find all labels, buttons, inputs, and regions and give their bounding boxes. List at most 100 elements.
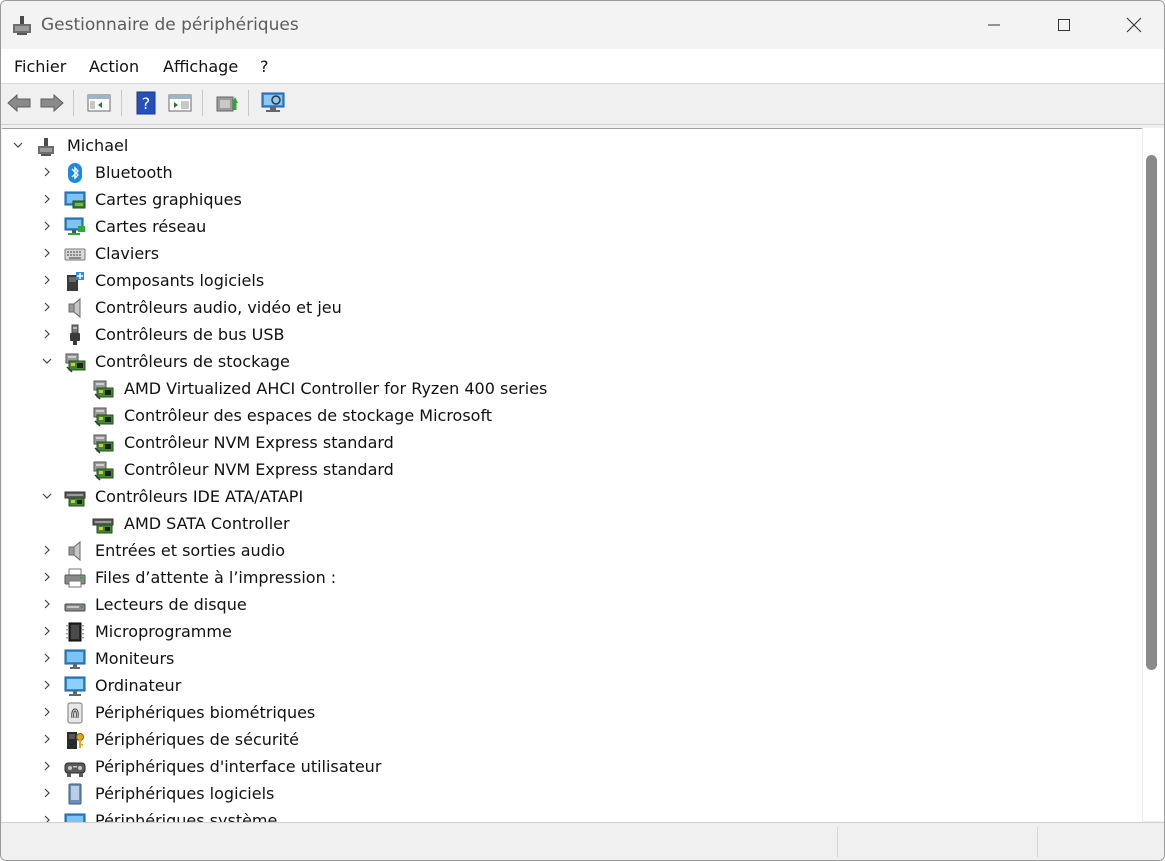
chevron-down-icon[interactable]	[40, 352, 54, 370]
title-bar[interactable]: Gestionnaire de périphériques	[1, 1, 1164, 49]
tree-category[interactable]: Cartes réseau	[2, 213, 1142, 240]
toolbar-separator	[202, 90, 203, 116]
tree-category[interactable]: Périphériques d'interface utilisateur	[2, 753, 1142, 780]
device-manager-icon	[13, 16, 31, 35]
tree-item-label: Contrôleur NVM Express standard	[124, 433, 394, 452]
tree-item-label: Contrôleurs audio, vidéo et jeu	[95, 298, 342, 317]
tree-category[interactable]: Contrôleurs IDE ATA/ATAPI	[2, 483, 1142, 510]
menu-action[interactable]: Action	[89, 57, 139, 76]
tree-item-label: Périphériques de sécurité	[95, 730, 300, 749]
tree-device[interactable]: Contrôleur NVM Express standard	[2, 456, 1142, 483]
tree-item-label: Composants logiciels	[95, 271, 265, 290]
chevron-right-icon[interactable]	[40, 784, 54, 802]
properties-view-button[interactable]	[166, 89, 194, 117]
printer-icon	[64, 568, 86, 588]
tree-category[interactable]: Claviers	[2, 240, 1142, 267]
chevron-right-icon[interactable]	[40, 811, 54, 822]
chevron-right-icon[interactable]	[40, 703, 54, 721]
software-device-icon	[68, 783, 82, 805]
back-button[interactable]	[5, 89, 33, 117]
disk-drive-icon	[64, 603, 86, 612]
tree-category[interactable]: Périphériques logiciels	[2, 780, 1142, 807]
toolbar-separator	[248, 90, 249, 116]
bluetooth-icon	[68, 163, 82, 183]
chevron-right-icon[interactable]	[40, 649, 54, 667]
tree-category[interactable]: Lecteurs de disque	[2, 591, 1142, 618]
firmware-chip-icon	[66, 622, 84, 642]
chevron-right-icon[interactable]	[40, 730, 54, 748]
chevron-right-icon[interactable]	[40, 163, 54, 181]
tree-category[interactable]: Moniteurs	[2, 645, 1142, 672]
tree-item-label: Cartes réseau	[95, 217, 207, 236]
chevron-right-icon[interactable]	[40, 541, 54, 559]
minimize-button[interactable]	[959, 1, 1029, 49]
chevron-right-icon[interactable]	[40, 190, 54, 208]
tree-item-label: Contrôleurs IDE ATA/ATAPI	[95, 487, 304, 506]
update-driver-button[interactable]	[213, 89, 241, 117]
tree-item-label: Claviers	[95, 244, 160, 263]
tree-category[interactable]: Contrôleurs de bus USB	[2, 321, 1142, 348]
chevron-right-icon[interactable]	[40, 595, 54, 613]
chevron-right-icon[interactable]	[40, 676, 54, 694]
help-button[interactable]: ?	[132, 89, 160, 117]
chevron-right-icon[interactable]	[40, 244, 54, 262]
chevron-right-icon[interactable]	[40, 568, 54, 586]
tree-category[interactable]: Bluetooth	[2, 159, 1142, 186]
close-button[interactable]	[1099, 1, 1164, 49]
chevron-down-icon[interactable]	[11, 136, 25, 154]
tree-item-label: Contrôleur NVM Express standard	[124, 460, 394, 479]
tree-category[interactable]: Composants logiciels	[2, 267, 1142, 294]
back-arrow-icon	[7, 93, 31, 113]
tree-category[interactable]: Files d’attente à l’impression :	[2, 564, 1142, 591]
tree-category[interactable]: Ordinateur	[2, 672, 1142, 699]
tree-item-label: Périphériques biométriques	[95, 703, 316, 722]
speaker-icon	[68, 540, 81, 562]
chevron-right-icon[interactable]	[40, 325, 54, 343]
tree-item-label: Périphériques logiciels	[95, 784, 275, 803]
tree-device[interactable]: Contrôleur des espaces de stockage Micro…	[2, 402, 1142, 429]
status-divider	[837, 827, 838, 857]
menu-affichage[interactable]: Affichage	[163, 57, 238, 76]
tree-item-label: Périphériques d'interface utilisateur	[95, 757, 382, 776]
chevron-right-icon[interactable]	[40, 298, 54, 316]
device-tree[interactable]: Michael Bluetooth Cartes graphiques Cartes…	[2, 128, 1142, 822]
show-hide-console-tree-button[interactable]	[85, 89, 113, 117]
security-key-icon	[67, 732, 84, 749]
tree-item-label: Ordinateur	[95, 676, 182, 695]
close-icon	[1126, 17, 1142, 33]
menu-bar: Fichier Action Affichage ?	[1, 49, 1164, 84]
forward-button[interactable]	[38, 89, 66, 117]
tree-device[interactable]: Contrôleur NVM Express standard	[2, 429, 1142, 456]
scrollbar-thumb[interactable]	[1146, 155, 1157, 670]
chevron-right-icon[interactable]	[40, 757, 54, 775]
tree-device[interactable]: AMD Virtualized AHCI Controller for Ryze…	[2, 375, 1142, 402]
maximize-button[interactable]	[1029, 1, 1099, 49]
tree-category[interactable]: Périphériques biométriques	[2, 699, 1142, 726]
tree-category[interactable]: Entrées et sorties audio	[2, 537, 1142, 564]
vertical-scrollbar[interactable]	[1142, 128, 1164, 821]
tree-category[interactable]: Microprogramme	[2, 618, 1142, 645]
chevron-right-icon[interactable]	[40, 271, 54, 289]
scan-hardware-button[interactable]	[259, 89, 287, 117]
chevron-right-icon[interactable]	[40, 622, 54, 640]
menu-help[interactable]: ?	[260, 57, 269, 76]
tree-category[interactable]: Cartes graphiques	[2, 186, 1142, 213]
status-bar	[1, 822, 1164, 860]
tree-category[interactable]: Périphériques de sécurité	[2, 726, 1142, 753]
tree-category[interactable]: Contrôleurs audio, vidéo et jeu	[2, 294, 1142, 321]
tree-item-label: AMD Virtualized AHCI Controller for Ryze…	[124, 379, 548, 398]
monitor-icon	[64, 649, 86, 669]
tree-category[interactable]: Périphériques système	[2, 807, 1142, 822]
menu-fichier[interactable]: Fichier	[14, 57, 66, 76]
tree-device[interactable]: AMD SATA Controller	[2, 510, 1142, 537]
tree-item-label: Files d’attente à l’impression :	[95, 568, 337, 587]
properties-view-icon	[168, 94, 192, 112]
show-hide-console-tree-icon	[87, 94, 111, 112]
tree-category[interactable]: Contrôleurs de stockage	[2, 348, 1142, 375]
chevron-down-icon[interactable]	[40, 487, 54, 505]
window-title: Gestionnaire de périphériques	[41, 15, 299, 35]
chevron-right-icon[interactable]	[40, 217, 54, 235]
tree-root[interactable]: Michael	[2, 132, 1142, 159]
computer-icon	[64, 676, 86, 696]
tree-item-label: Moniteurs	[95, 649, 175, 668]
